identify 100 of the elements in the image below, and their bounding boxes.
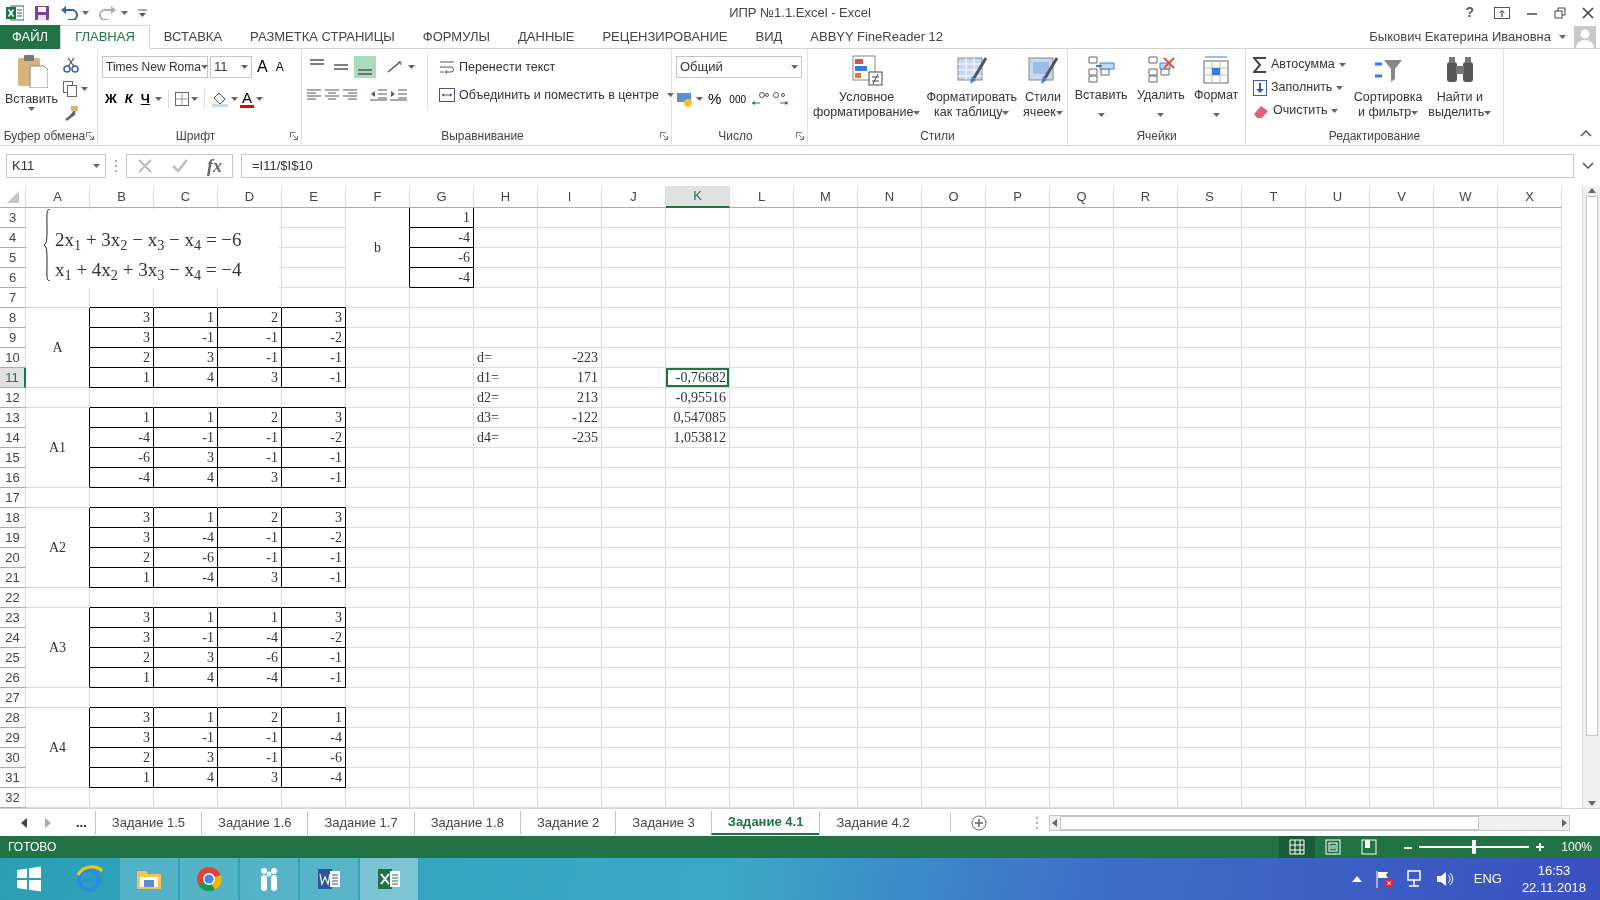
sheet-cell[interactable]: -1 (154, 328, 218, 348)
sheet-cell[interactable]: 1,053812 (666, 428, 730, 448)
sheet-cell[interactable]: -1 (282, 668, 346, 688)
font-size-field[interactable]: 11 (210, 56, 252, 78)
column-header[interactable]: K (666, 186, 730, 208)
sheet-cell[interactable]: -1 (282, 648, 346, 668)
font-color-button[interactable]: A (239, 90, 254, 108)
sheet-cell[interactable]: -6 (154, 548, 218, 568)
restore-icon[interactable] (1554, 6, 1566, 19)
editing-button[interactable]: Автосумма (1250, 53, 1349, 76)
column-header[interactable]: T (1242, 186, 1306, 208)
cut-icon[interactable] (63, 57, 79, 73)
sheet-cell[interactable]: -4 (90, 468, 154, 488)
row-header[interactable]: 5 (0, 248, 26, 268)
close-icon[interactable] (1582, 6, 1594, 19)
sheet-cell[interactable]: -4 (154, 568, 218, 588)
sheet-cell[interactable]: A1 (48, 438, 67, 457)
sheet-cell[interactable]: d= (474, 348, 538, 368)
sheet-cell[interactable]: 3 (282, 508, 346, 528)
column-header[interactable]: D (218, 186, 282, 208)
column-header[interactable]: J (602, 186, 666, 208)
ribbon-tab[interactable]: РАЗМЕТКА СТРАНИЦЫ (236, 25, 409, 49)
increase-font-button[interactable]: A (254, 53, 271, 81)
column-header[interactable]: S (1178, 186, 1242, 208)
row-header[interactable]: 16 (0, 468, 26, 488)
volume-icon[interactable] (1435, 871, 1454, 887)
row-header[interactable]: 3 (0, 208, 26, 228)
zoom-in-icon[interactable] (1535, 842, 1546, 852)
sheet-cell[interactable]: -4 (90, 428, 154, 448)
sheet-cell[interactable]: 3 (90, 328, 154, 348)
sheet-cell[interactable]: -4 (410, 268, 474, 288)
sheet-cell[interactable]: 2 (218, 408, 282, 428)
sheet-cell[interactable]: -122 (538, 408, 602, 428)
underline-button[interactable]: Ч (137, 87, 153, 111)
column-header[interactable]: N (858, 186, 922, 208)
sheet-cell[interactable]: A2 (48, 538, 67, 557)
dialog-launcher-icon[interactable] (290, 132, 298, 140)
column-header[interactable]: L (730, 186, 794, 208)
row-header[interactable]: 12 (0, 388, 26, 408)
flag-icon[interactable] (1373, 870, 1394, 888)
column-header[interactable]: C (154, 186, 218, 208)
name-box[interactable]: K11 (6, 154, 106, 178)
sheet-cell[interactable]: 2 (90, 748, 154, 768)
sheet-tab[interactable]: Задание 4.2 (819, 810, 926, 835)
row-header[interactable]: 21 (0, 568, 26, 588)
sheet-tab[interactable]: Задание 3 (615, 810, 711, 835)
ribbon-tab[interactable]: РЕЦЕНЗИРОВАНИЕ (588, 25, 742, 49)
sheet-cell[interactable]: -6 (410, 248, 474, 268)
sheet-cell[interactable]: -1 (282, 368, 346, 388)
editing-button[interactable]: Сортировка и фильтр (1352, 53, 1424, 121)
sheet-cell[interactable]: 1 (90, 568, 154, 588)
caret-icon[interactable] (255, 97, 263, 101)
sheet-cell[interactable]: -1 (282, 568, 346, 588)
sheet-cell[interactable]: -1 (218, 748, 282, 768)
sheet-cell[interactable]: -4 (282, 768, 346, 788)
sheet-cell[interactable]: -1 (282, 348, 346, 368)
merge-center-button[interactable]: Объединить и поместить в центре (436, 84, 677, 106)
sheet-tab[interactable]: Задание 4.1 (710, 810, 820, 835)
row-header[interactable]: 29 (0, 728, 26, 748)
dialog-launcher-icon[interactable] (86, 132, 94, 140)
sheet-cell[interactable]: 213 (538, 388, 602, 408)
increase-decimal-icon[interactable] (751, 91, 770, 107)
caret-icon[interactable] (230, 97, 238, 101)
scrollbar-thumb[interactable] (1585, 196, 1598, 736)
borders-icon[interactable] (174, 92, 189, 106)
thousands-button[interactable]: 000 (726, 89, 750, 109)
insert-function-button[interactable]: fx (207, 152, 222, 180)
number-format-field[interactable]: Общий (676, 56, 802, 78)
customize-icon[interactable] (138, 8, 147, 17)
row-header[interactable]: 15 (0, 448, 26, 468)
orientation-icon[interactable] (386, 60, 404, 74)
sheet-cell[interactable]: -4 (218, 628, 282, 648)
user-name[interactable]: Быкович Екатерина Ивановна (1369, 26, 1551, 47)
sheet-cell[interactable]: -223 (538, 348, 602, 368)
styles-button[interactable]: Стили ячеек (1022, 53, 1064, 121)
sheet-cell[interactable]: 2 (218, 508, 282, 528)
sheet-cell[interactable]: d3= (474, 408, 538, 428)
row-header[interactable]: 11 (0, 368, 26, 388)
sheet-cell[interactable]: 1 (410, 208, 474, 228)
sheet-tab[interactable]: Задание 1.7 (307, 810, 414, 835)
column-header[interactable]: B (90, 186, 154, 208)
scroll-up-icon[interactable] (1586, 186, 1597, 194)
sheet-cell[interactable]: 3 (154, 348, 218, 368)
sheet-cell[interactable]: 0,547085 (666, 408, 730, 428)
row-header[interactable]: 20 (0, 548, 26, 568)
ribbon-tab[interactable]: ДАННЫЕ (504, 25, 589, 49)
row-header[interactable]: 27 (0, 688, 26, 708)
caret-icon[interactable] (1559, 34, 1566, 39)
column-header[interactable]: P (986, 186, 1050, 208)
sheet-cell[interactable]: 3 (154, 648, 218, 668)
sheet-cell[interactable]: -1 (282, 548, 346, 568)
bold-button[interactable]: Ж (102, 87, 120, 111)
ribbon-tab[interactable]: ГЛАВНАЯ (60, 25, 150, 49)
formula-field[interactable]: =I11/$I$10 (241, 154, 1574, 178)
vertical-align-button[interactable] (354, 56, 376, 78)
column-header[interactable]: R (1114, 186, 1178, 208)
paint-bucket-icon[interactable] (210, 91, 229, 107)
sheet-cell[interactable]: 1 (282, 708, 346, 728)
zoom-slider-thumb[interactable] (1472, 840, 1477, 854)
sheet-cell[interactable]: -4 (218, 668, 282, 688)
